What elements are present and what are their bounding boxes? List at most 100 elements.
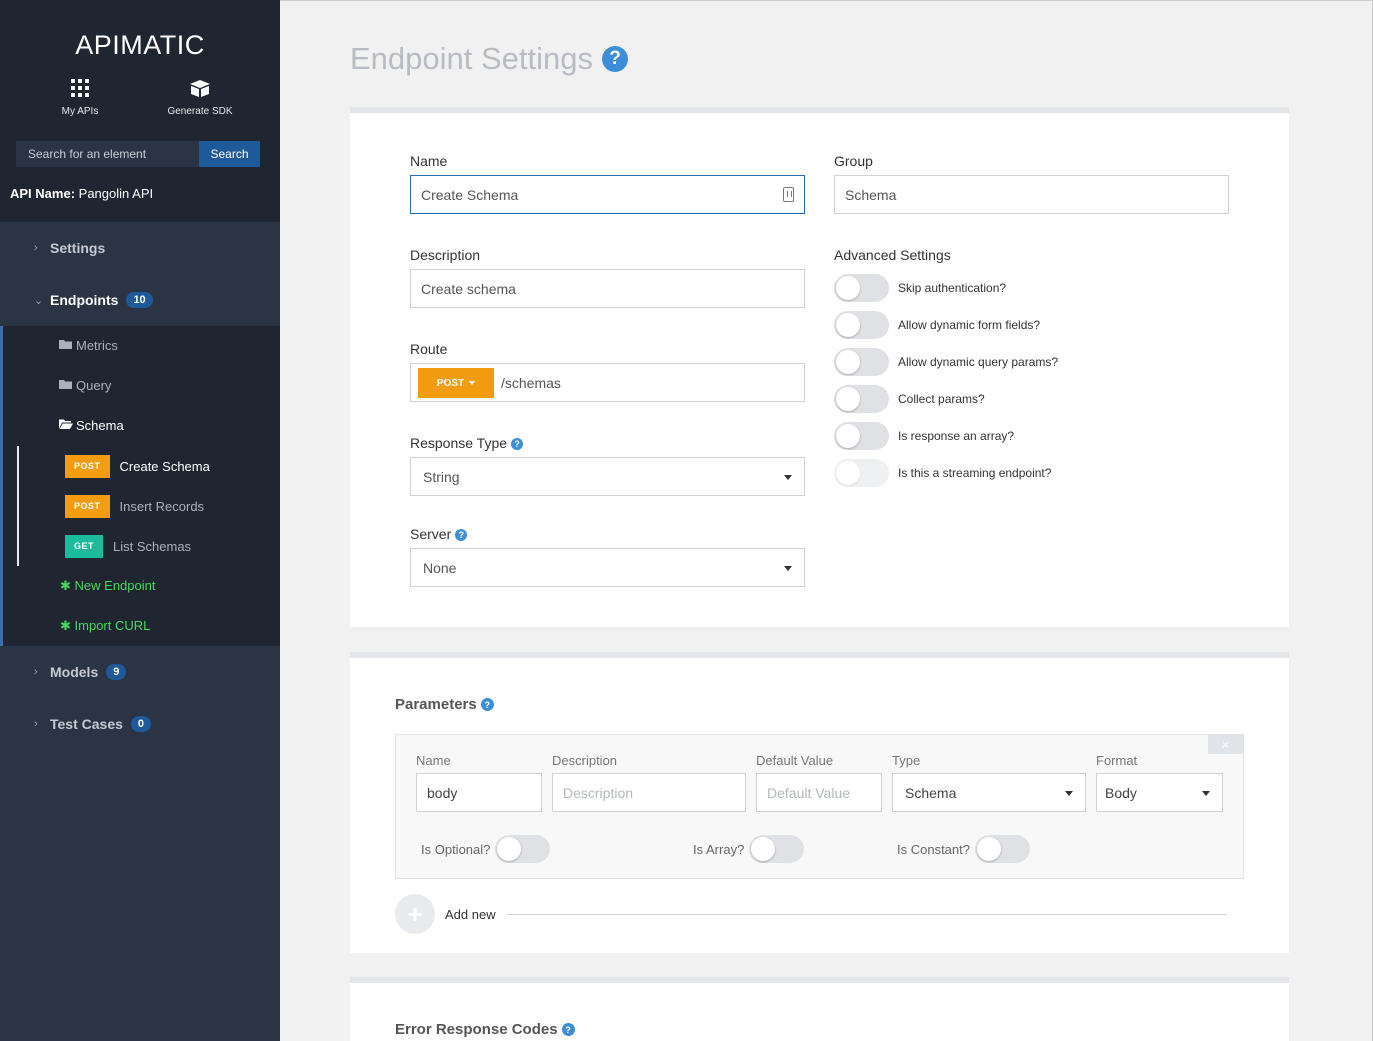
caret-down-icon bbox=[1065, 791, 1073, 796]
caret-down-icon bbox=[469, 381, 476, 385]
endpoints-panel: Metrics Query Schema POST Create Schema … bbox=[0, 326, 280, 646]
folder-query[interactable]: Query bbox=[59, 378, 111, 393]
toggle-label: Is response an array? bbox=[898, 429, 1015, 443]
parameters-card: Parameters? × Name Description Default V… bbox=[350, 652, 1289, 953]
toggle-label: Allow dynamic form fields? bbox=[898, 318, 1041, 332]
endpoint-label: Create Schema bbox=[119, 458, 210, 474]
streaming-toggle-row: Is this a streaming endpoint? bbox=[834, 459, 1051, 487]
help-icon[interactable]: ? bbox=[455, 529, 468, 542]
divider bbox=[507, 913, 1227, 915]
plus-icon[interactable]: + bbox=[395, 894, 435, 934]
response-type-value: String bbox=[423, 468, 460, 485]
group-field[interactable]: Schema bbox=[834, 175, 1229, 214]
clipboard-icon bbox=[783, 187, 794, 202]
param-name-value: body bbox=[427, 784, 458, 801]
endpoints-count-badge: 10 bbox=[126, 292, 153, 308]
endpoint-insert-records[interactable]: POST Insert Records bbox=[65, 494, 204, 518]
param-description-header: Description bbox=[552, 753, 618, 768]
is-array-toggle[interactable] bbox=[749, 835, 805, 863]
api-name-value: Pangolin API bbox=[78, 186, 154, 201]
name-field[interactable]: Create Schema bbox=[410, 175, 805, 214]
method-badge: POST bbox=[65, 494, 110, 518]
description-field[interactable]: Create schema bbox=[410, 269, 805, 308]
param-type-select[interactable]: Schema bbox=[892, 773, 1086, 812]
test-cases-label: Test Cases bbox=[50, 716, 123, 732]
error-codes-title-text: Error Response Codes bbox=[395, 1021, 558, 1038]
import-curl-link[interactable]: ✱ Import CURL bbox=[60, 618, 150, 634]
help-icon[interactable]: ? bbox=[511, 438, 524, 451]
param-format-header: Format bbox=[1096, 753, 1138, 768]
response-array-toggle-row: Is response an array? bbox=[834, 422, 1014, 450]
close-icon[interactable]: × bbox=[1208, 735, 1243, 754]
collect-params-toggle[interactable] bbox=[834, 385, 889, 413]
sidebar: APIMATIC My APIs Generate SDK Search for… bbox=[0, 0, 280, 1041]
endpoint-label: Insert Records bbox=[119, 498, 205, 514]
sidebar-header: APIMATIC My APIs Generate SDK Search for… bbox=[0, 0, 280, 222]
route-field[interactable]: POST /schemas bbox=[410, 363, 805, 402]
endpoint-settings-card: Name Create Schema Group Schema Descript… bbox=[350, 107, 1289, 627]
dynamic-form-toggle[interactable] bbox=[834, 311, 889, 339]
new-endpoint-link[interactable]: ✱ New Endpoint bbox=[60, 578, 155, 594]
folder-schema[interactable]: Schema bbox=[59, 418, 124, 433]
add-new-label: Add new bbox=[445, 906, 496, 922]
method-badge: GET bbox=[65, 534, 104, 558]
name-value: Create Schema bbox=[421, 186, 519, 203]
advanced-settings-label: Advanced Settings bbox=[834, 247, 951, 263]
endpoint-list-schemas[interactable]: GET List Schemas bbox=[65, 534, 191, 558]
generate-sdk-label: Generate SDK bbox=[167, 106, 233, 117]
param-default-input[interactable]: Default Value bbox=[756, 773, 882, 812]
caret-down-icon bbox=[784, 475, 792, 480]
toggle-label: Collect params? bbox=[898, 392, 985, 406]
method-badge: POST bbox=[65, 454, 110, 478]
import-curl-label: Import CURL bbox=[74, 618, 151, 633]
models-label: Models bbox=[50, 664, 99, 680]
chevron-right-icon: › bbox=[34, 718, 38, 730]
is-constant-toggle[interactable] bbox=[975, 835, 1030, 863]
param-format-value: Body bbox=[1105, 784, 1137, 801]
response-array-toggle[interactable] bbox=[834, 422, 889, 450]
skip-auth-toggle[interactable] bbox=[834, 274, 889, 302]
dynamic-query-toggle[interactable] bbox=[834, 348, 889, 376]
parameters-title-text: Parameters bbox=[395, 696, 477, 713]
help-icon[interactable]: ? bbox=[480, 698, 494, 711]
streaming-toggle[interactable] bbox=[834, 459, 889, 487]
param-name-input[interactable]: body bbox=[416, 773, 542, 812]
param-name-header: Name bbox=[416, 753, 451, 768]
description-value: Create schema bbox=[421, 280, 516, 297]
endpoint-create-schema[interactable]: POST Create Schema bbox=[65, 454, 210, 478]
caret-down-icon bbox=[1202, 791, 1210, 796]
sidebar-item-models[interactable]: › Models 9 bbox=[0, 646, 280, 698]
test-cases-count-badge: 0 bbox=[130, 716, 152, 732]
folder-icon bbox=[59, 379, 76, 392]
search-input[interactable] bbox=[16, 141, 199, 167]
asterisk-icon: ✱ bbox=[60, 578, 71, 593]
param-format-select[interactable]: Body bbox=[1096, 773, 1223, 812]
generate-sdk-button[interactable]: Generate SDK bbox=[150, 78, 250, 117]
my-apis-button[interactable]: My APIs bbox=[30, 78, 130, 117]
chevron-right-icon: › bbox=[34, 666, 38, 678]
sidebar-item-settings[interactable]: › Settings bbox=[0, 222, 280, 274]
folder-metrics[interactable]: Metrics bbox=[59, 338, 118, 353]
brand-logo[interactable]: APIMATIC bbox=[0, 30, 280, 61]
param-description-input[interactable]: Description bbox=[552, 773, 746, 812]
toggle-label: Allow dynamic query params? bbox=[898, 355, 1059, 369]
search-button[interactable]: Search bbox=[199, 141, 260, 167]
server-label-text: Server bbox=[410, 526, 452, 542]
sidebar-item-endpoints[interactable]: ⌄ Endpoints 10 bbox=[0, 274, 280, 326]
method-dropdown-button[interactable]: POST bbox=[418, 368, 494, 398]
caret-down-icon bbox=[784, 566, 792, 571]
add-new-parameter[interactable]: + Add new bbox=[395, 894, 1227, 934]
response-type-select[interactable]: String bbox=[410, 457, 805, 496]
help-icon[interactable]: ? bbox=[561, 1023, 575, 1036]
is-optional-toggle[interactable] bbox=[495, 835, 551, 863]
skip-auth-toggle-row: Skip authentication? bbox=[834, 274, 1006, 302]
endpoint-label: List Schemas bbox=[113, 538, 192, 554]
grid-icon bbox=[30, 78, 130, 100]
route-label: Route bbox=[410, 341, 448, 357]
help-icon[interactable]: ? bbox=[602, 46, 629, 72]
parameter-row: × Name Description Default Value Type Fo… bbox=[395, 734, 1244, 879]
server-select[interactable]: None bbox=[410, 548, 805, 587]
dynamic-form-toggle-row: Allow dynamic form fields? bbox=[834, 311, 1040, 339]
sidebar-item-test-cases[interactable]: › Test Cases 0 bbox=[0, 698, 280, 750]
endpoints-label: Endpoints bbox=[50, 292, 119, 308]
